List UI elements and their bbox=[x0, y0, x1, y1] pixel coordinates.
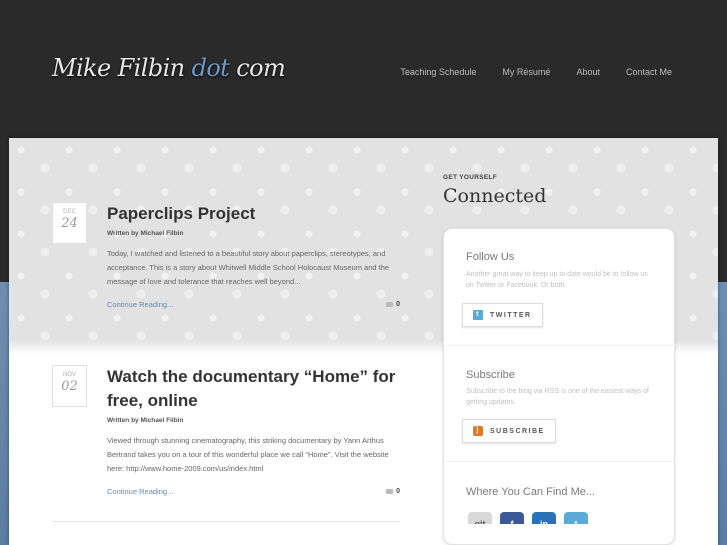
post-date-day: 02 bbox=[61, 379, 78, 394]
content-area: DEC 24 Paperclips Project Written by Mic… bbox=[9, 138, 718, 545]
logo-com: com bbox=[229, 54, 286, 82]
subscribe-button-label: SUBSCRIBE bbox=[490, 427, 545, 435]
subscribe-button[interactable]: ) SUBSCRIBE bbox=[462, 419, 556, 443]
post-date-month: NOV bbox=[62, 372, 76, 378]
nav-about[interactable]: About bbox=[576, 67, 600, 77]
site-header: Mike Filbin dot com Teaching Schedule My… bbox=[0, 0, 727, 138]
post-date-day: 24 bbox=[61, 216, 78, 231]
widget-separator bbox=[444, 461, 676, 462]
post-excerpt: Today, I watched and listened to a beaut… bbox=[107, 249, 390, 286]
comment-bubble-icon bbox=[386, 302, 394, 307]
post-date: NOV 02 bbox=[52, 365, 87, 407]
widget-separator bbox=[444, 345, 676, 346]
post-excerpt: Viewed through stunning cinematography, … bbox=[107, 436, 389, 473]
twitter-icon[interactable]: t bbox=[564, 512, 588, 524]
post-date: DEC 24 bbox=[52, 202, 87, 244]
post-title[interactable]: Watch the documentary “Home” for free, o… bbox=[107, 365, 407, 413]
post-byline: Written by Michael Filbin bbox=[107, 230, 184, 237]
nav-contact-me[interactable]: Contact Me bbox=[626, 67, 672, 77]
post-date-month: DEC bbox=[63, 209, 76, 215]
twitter-button-label: TWITTER bbox=[490, 311, 532, 319]
logo-dot: dot bbox=[191, 54, 230, 82]
sidebar-widgets: Follow Us Another great way to keep up t… bbox=[443, 228, 676, 545]
comment-count-value: 0 bbox=[396, 488, 400, 495]
comment-bubble-icon bbox=[386, 489, 394, 494]
twitter-button[interactable]: t TWITTER bbox=[462, 303, 543, 327]
nav-teaching-schedule[interactable]: Teaching Schedule bbox=[400, 67, 476, 77]
post-divider bbox=[52, 521, 400, 522]
subscribe-description: Subscribe to the blog via RSS is one of … bbox=[466, 388, 649, 406]
follow-us-title: Follow Us bbox=[466, 251, 515, 263]
comment-count[interactable]: 0 bbox=[386, 301, 400, 308]
nav-my-resume[interactable]: My Résumé bbox=[502, 67, 550, 77]
facebook-icon[interactable]: f bbox=[500, 512, 524, 524]
rss-icon: ) bbox=[473, 426, 483, 436]
linkedin-icon[interactable]: in bbox=[532, 512, 556, 524]
continue-reading-link[interactable]: Continue Reading... bbox=[107, 300, 173, 309]
continue-reading-link[interactable]: Continue Reading... bbox=[107, 487, 173, 496]
social-icons: git f in t bbox=[468, 512, 596, 524]
find-me-title: Where You Can Find Me... bbox=[466, 486, 596, 498]
post-title[interactable]: Paperclips Project bbox=[107, 202, 407, 226]
subscribe-title: Subscribe bbox=[466, 369, 515, 381]
logo-name: Mike Filbin bbox=[52, 54, 192, 82]
post-byline: Written by Michael Filbin bbox=[107, 417, 184, 424]
comment-count[interactable]: 0 bbox=[386, 488, 400, 495]
git-icon[interactable]: git bbox=[468, 512, 492, 524]
sidebar-heading: Connected bbox=[443, 185, 547, 207]
twitter-icon: t bbox=[473, 310, 483, 320]
site-logo[interactable]: Mike Filbin dot com bbox=[52, 54, 286, 82]
main-nav: Teaching Schedule My Résumé About Contac… bbox=[374, 67, 672, 77]
sidebar-kicker: GET YOURSELF bbox=[443, 174, 498, 181]
comment-count-value: 0 bbox=[396, 301, 400, 308]
follow-us-description: Another great way to keep up to date wou… bbox=[466, 271, 648, 289]
social-icons-clip: git f in t bbox=[444, 509, 676, 524]
